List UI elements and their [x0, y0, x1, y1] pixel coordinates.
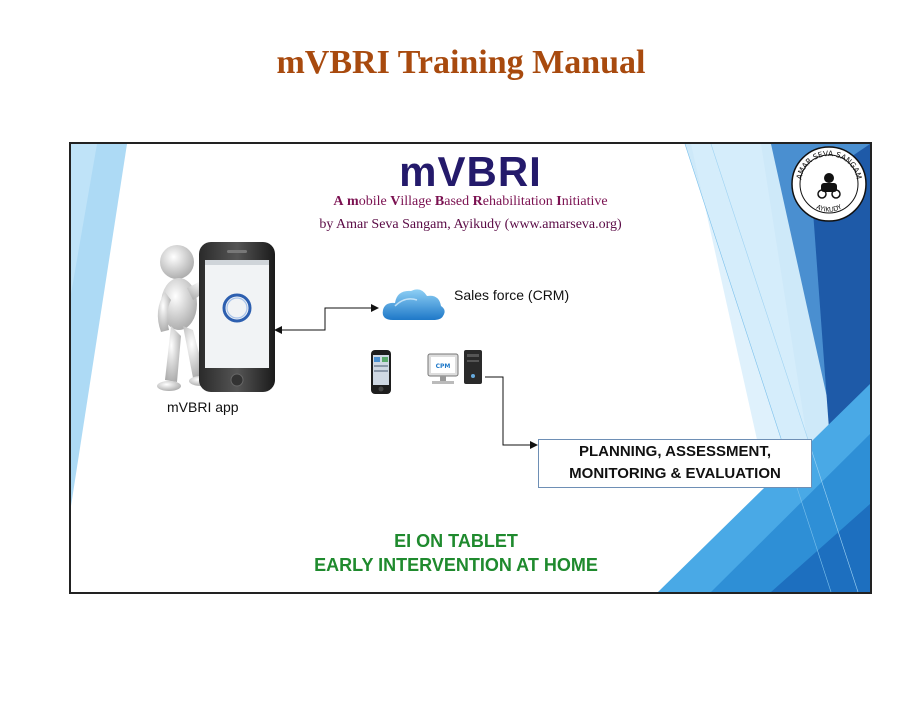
planning-box: PLANNING, ASSESSMENT, MONITORING & EVALU…: [538, 439, 812, 488]
planning-line-2: MONITORING & EVALUATION: [569, 465, 781, 482]
slide: mVBRI A mobile Village Based Rehabilitat…: [69, 142, 872, 594]
small-phone-icon: [371, 350, 391, 394]
planning-line-1: PLANNING, ASSESSMENT,: [579, 443, 771, 460]
ei-line-2: EARLY INTERVENTION AT HOME: [314, 555, 598, 575]
crm-label: Sales force (CRM): [454, 287, 570, 303]
ei-heading: EI ON TABLET EARLY INTERVENTION AT HOME: [71, 529, 841, 577]
cloud-icon: [382, 289, 445, 320]
svg-text:CPM: CPM: [436, 363, 451, 370]
page-title: mVBRI Training Manual: [276, 44, 646, 81]
ei-line-1: EI ON TABLET: [394, 531, 518, 551]
desktop-computer-icon: CPM: [427, 350, 482, 384]
